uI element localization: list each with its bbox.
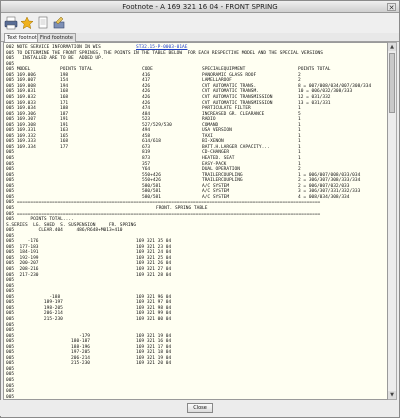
favorite-button[interactable] (20, 15, 34, 30)
footnote-text-area[interactable]: 002 NOTE SERVICE INFORMATION IN WIS ST32… (3, 42, 388, 400)
document-cell: 005 CLEAR.404 486/R648+M013+410 (6, 228, 123, 234)
document-cell: 169 321 00 04 (136, 316, 172, 322)
document-cell: 005 215-230 (6, 361, 90, 367)
document-icon (38, 16, 48, 29)
edit-button[interactable] (52, 15, 66, 29)
document-cell: 169 321 28 04 (136, 272, 172, 278)
document-cell: 005 INSTALLED ARE TO BE ADDED UP. (6, 56, 104, 62)
scroll-up-arrow-icon[interactable]: ▲ (388, 43, 396, 51)
pencil-icon (53, 16, 65, 29)
title-bar[interactable]: Footnote - A 169 321 16 04 - FRONT SPRIN… (1, 1, 399, 13)
star-icon (20, 16, 34, 30)
close-button[interactable]: Close (187, 403, 213, 413)
scroll-thumb[interactable] (389, 53, 395, 113)
tab-strip: Text footnote Find footnote (1, 33, 399, 42)
document-cell: 169 321 20 04 (136, 361, 172, 367)
vertical-scrollbar[interactable]: ▲ ▼ (388, 42, 397, 400)
toolbar (1, 13, 399, 33)
document-cell: POINTS TOTAL (298, 67, 331, 73)
dialog-footer: Close (0, 400, 398, 416)
document-cell: 177 (60, 144, 69, 150)
scroll-down-arrow-icon[interactable]: ▼ (388, 391, 396, 399)
print-button[interactable] (4, 15, 18, 30)
document-cell: 005 215-230 (6, 316, 63, 322)
copy-button[interactable] (36, 15, 50, 29)
document-cell: 13 = 031/331 (298, 100, 331, 106)
window-close-button[interactable]: ✕ (387, 3, 396, 12)
window-title: Footnote - A 169 321 16 04 - FRONT SPRIN… (122, 3, 278, 11)
tab-find-footnote[interactable]: Find footnote (37, 33, 76, 42)
printer-icon (4, 16, 18, 30)
